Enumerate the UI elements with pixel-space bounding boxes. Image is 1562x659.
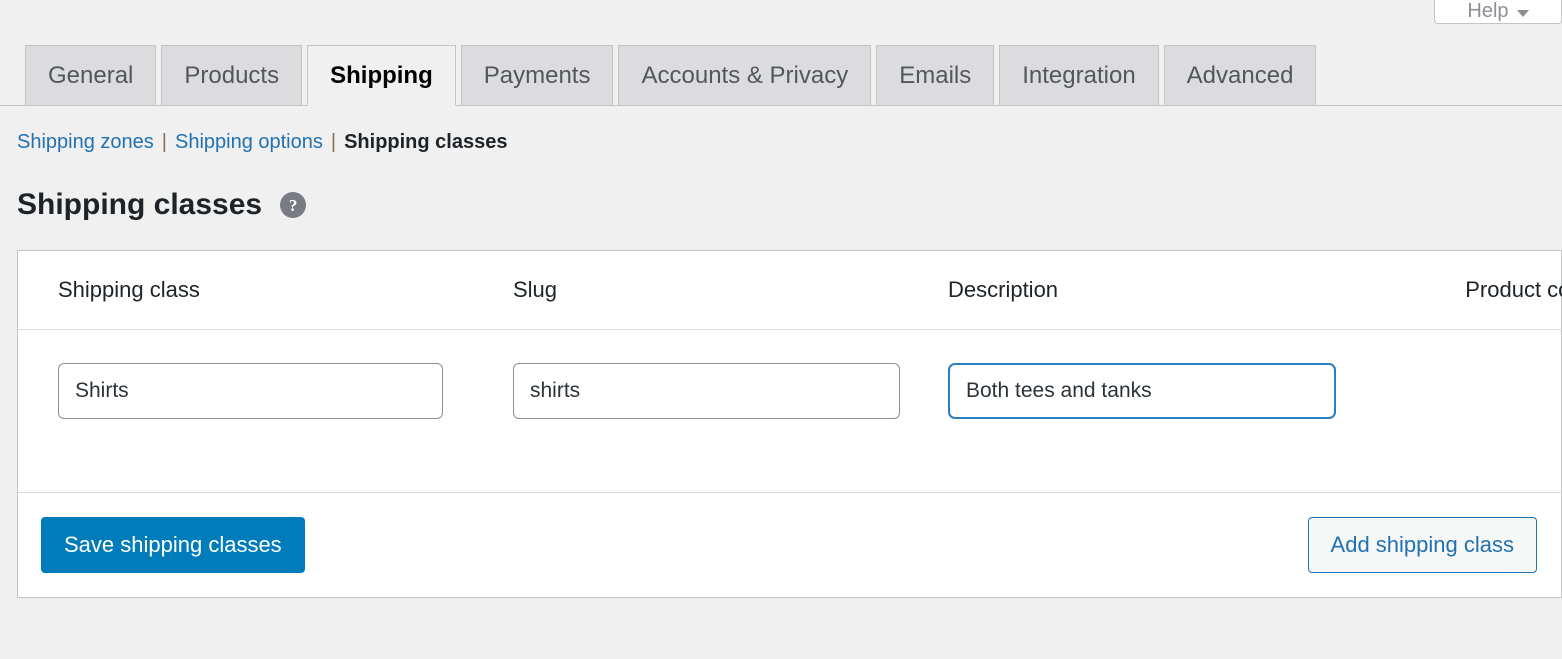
card-footer: Save shipping classes Add shipping class — [18, 492, 1561, 597]
column-header-slug: Slug — [513, 251, 948, 330]
tab-accounts-privacy[interactable]: Accounts & Privacy — [618, 45, 872, 105]
help-tab[interactable]: Help — [1434, 0, 1562, 24]
table-row — [18, 330, 1562, 453]
shipping-class-slug-input[interactable] — [513, 363, 900, 419]
subnav-item-shipping-options[interactable]: Shipping options — [175, 128, 323, 156]
page-title-text: Shipping classes — [17, 188, 263, 221]
column-header-description: Description — [948, 251, 1403, 330]
help-tab-label: Help — [1467, 0, 1509, 22]
subnav-item-shipping-zones[interactable]: Shipping zones — [17, 128, 154, 156]
add-shipping-class-button[interactable]: Add shipping class — [1307, 517, 1537, 573]
tab-products[interactable]: Products — [161, 45, 303, 105]
cell-product-count — [1403, 330, 1562, 453]
shipping-classes-card: Shipping class Slug Description Product … — [17, 250, 1562, 598]
column-header-product-count: Product count — [1403, 251, 1562, 330]
question-mark-icon[interactable]: ? — [280, 192, 307, 218]
tab-shipping[interactable]: Shipping — [307, 45, 456, 106]
shipping-classes-table: Shipping class Slug Description Product … — [18, 251, 1562, 452]
shipping-class-name-input[interactable] — [58, 363, 443, 419]
chevron-down-icon — [1516, 10, 1529, 17]
cell-description — [948, 330, 1403, 453]
settings-tab-nav: General Products Shipping Payments Accou… — [0, 45, 1562, 106]
shipping-subnav: Shipping zones | Shipping options | Ship… — [17, 128, 507, 156]
tab-advanced[interactable]: Advanced — [1163, 45, 1317, 105]
table-head: Shipping class Slug Description Product … — [18, 251, 1562, 330]
table-header-row: Shipping class Slug Description Product … — [18, 251, 1562, 330]
tab-payments[interactable]: Payments — [460, 45, 614, 105]
subnav-separator: | — [161, 131, 167, 153]
tab-emails[interactable]: Emails — [876, 45, 995, 105]
column-header-shipping-class: Shipping class — [18, 251, 513, 330]
page-title: Shipping classes ? — [17, 188, 307, 221]
shipping-class-description-input[interactable] — [948, 363, 1336, 419]
subnav-separator: | — [330, 131, 337, 153]
cell-shipping-class — [18, 330, 513, 453]
table-body — [18, 330, 1562, 453]
subnav-item-shipping-classes[interactable]: Shipping classes — [344, 128, 507, 156]
cell-slug — [513, 330, 948, 453]
tab-integration[interactable]: Integration — [999, 45, 1159, 105]
tab-general[interactable]: General — [25, 45, 157, 105]
save-shipping-classes-button[interactable]: Save shipping classes — [41, 517, 305, 573]
